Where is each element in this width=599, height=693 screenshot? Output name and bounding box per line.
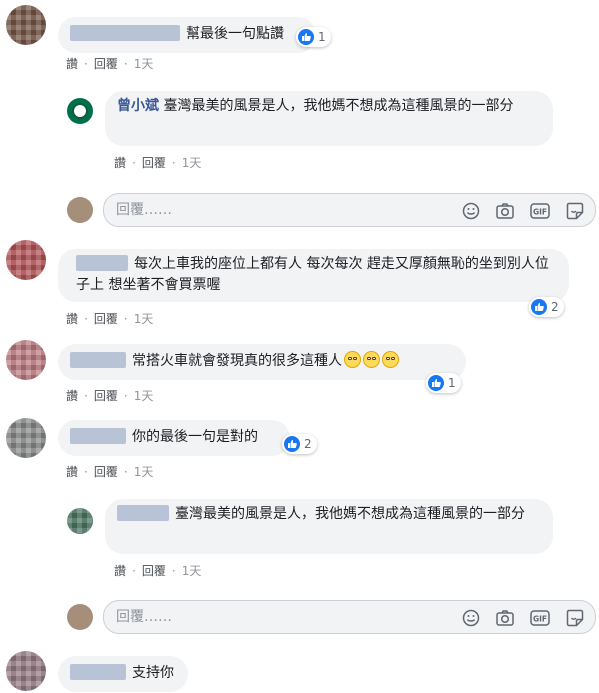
timestamp[interactable]: 1天	[134, 57, 154, 71]
avatar[interactable]	[6, 240, 46, 280]
comment-text: 臺灣最美的風景是人，我他媽不想成為這種風景的一部分	[163, 98, 514, 114]
reaction-count[interactable]: 1	[296, 27, 331, 47]
reply-link[interactable]: 回覆	[94, 57, 118, 71]
like-icon	[284, 436, 300, 452]
reply-link[interactable]: 回覆	[94, 465, 118, 479]
timestamp[interactable]: 1天	[182, 564, 202, 578]
comment-text: 常搭火車就會發現真的很多這種人	[132, 353, 342, 369]
sticker-icon[interactable]	[565, 608, 585, 628]
like-link[interactable]: 讚	[66, 312, 78, 326]
comment-actions: 讚 · 回覆 · 1天	[66, 465, 154, 479]
commenter-name-blurred[interactable]	[70, 428, 126, 444]
commenter-name-blurred[interactable]	[117, 505, 169, 521]
comment-text: 幫最後一句點讚	[186, 26, 284, 42]
commenter-name-blurred[interactable]	[70, 664, 126, 680]
like-icon	[298, 29, 314, 45]
eye-roll-emoji-icon	[363, 351, 380, 368]
reply-placeholder: 回覆……	[116, 609, 172, 625]
avatar[interactable]	[67, 508, 93, 534]
like-count: 2	[551, 300, 559, 314]
commenter-name-blurred[interactable]	[70, 352, 126, 368]
avatar[interactable]	[6, 340, 46, 380]
comment-bubble: 每次上車我的座位上都有人 每次每次 趕走又厚顏無恥的坐到別人位子上 想坐著不會買…	[58, 249, 569, 302]
reply-bubble: 曾小斌 臺灣最美的風景是人，我他媽不想成為這種風景的一部分	[105, 91, 553, 146]
like-count: 1	[318, 30, 326, 44]
comment-text: 你的最後一句是對的	[132, 429, 258, 445]
avatar[interactable]	[6, 5, 46, 45]
like-count: 1	[448, 376, 456, 390]
commenter-name-blurred[interactable]	[70, 25, 180, 41]
current-user-avatar	[67, 197, 93, 223]
svg-text:GIF: GIF	[533, 615, 547, 624]
avatar[interactable]	[67, 98, 93, 124]
emoji-icon[interactable]	[461, 201, 481, 221]
avatar[interactable]	[6, 418, 46, 458]
eye-roll-emoji-icon	[382, 351, 399, 368]
sticker-icon[interactable]	[565, 201, 585, 221]
comment-actions: 讚 · 回覆 · 1天	[114, 156, 202, 170]
camera-icon[interactable]	[495, 201, 515, 221]
like-link[interactable]: 讚	[114, 564, 126, 578]
starbucks-logo-icon	[72, 103, 88, 119]
comment-actions: 讚 · 回覆 · 1天	[66, 312, 154, 326]
reply-input[interactable]: 回覆…… GIF	[103, 600, 596, 634]
emoji-icon[interactable]	[461, 608, 481, 628]
reply-link[interactable]: 回覆	[94, 389, 118, 403]
like-link[interactable]: 讚	[66, 57, 78, 71]
comment-text: 每次上車我的座位上都有人 每次每次 趕走又厚顏無恥的坐到別人位子上 想坐著不會買…	[76, 256, 549, 293]
timestamp[interactable]: 1天	[134, 312, 154, 326]
gif-icon[interactable]: GIF	[530, 608, 550, 628]
reaction-count[interactable]: 2	[282, 434, 317, 454]
comment-text: 臺灣最美的風景是人，我他媽不想成為這種風景的一部分	[175, 506, 525, 522]
camera-icon[interactable]	[495, 608, 515, 628]
reply-link[interactable]: 回覆	[142, 564, 166, 578]
timestamp[interactable]: 1天	[182, 156, 202, 170]
comment-actions: 讚 · 回覆 · 1天	[114, 564, 202, 578]
comment-bubble: 常搭火車就會發現真的很多這種人	[58, 344, 466, 380]
reply-bubble: 臺灣最美的風景是人，我他媽不想成為這種風景的一部分	[105, 499, 553, 554]
comment-bubble: 幫最後一句點讚	[58, 17, 316, 53]
timestamp[interactable]: 1天	[134, 465, 154, 479]
comment-actions: 讚 · 回覆 · 1天	[66, 57, 154, 71]
like-link[interactable]: 讚	[114, 156, 126, 170]
reaction-count[interactable]: 1	[426, 373, 461, 393]
comment-bubble: 支持你	[58, 656, 188, 692]
reply-input[interactable]: 回覆…… GIF	[103, 193, 596, 227]
like-link[interactable]: 讚	[66, 389, 78, 403]
eye-roll-emoji-icon	[344, 351, 361, 368]
reply-placeholder: 回覆……	[116, 202, 172, 218]
like-icon	[428, 375, 444, 391]
current-user-avatar	[67, 604, 93, 630]
commenter-name[interactable]: 曾小斌	[117, 98, 159, 114]
svg-text:GIF: GIF	[533, 208, 547, 217]
reply-link[interactable]: 回覆	[142, 156, 166, 170]
comment-bubble: 你的最後一句是對的	[58, 420, 290, 456]
avatar[interactable]	[6, 651, 46, 691]
gif-icon[interactable]: GIF	[530, 201, 550, 221]
comment-actions: 讚 · 回覆 · 1天	[66, 389, 154, 403]
like-link[interactable]: 讚	[66, 465, 78, 479]
reply-link[interactable]: 回覆	[94, 312, 118, 326]
commenter-name-blurred[interactable]	[76, 255, 128, 271]
timestamp[interactable]: 1天	[134, 389, 154, 403]
comment-text: 支持你	[132, 665, 174, 681]
like-count: 2	[304, 437, 312, 451]
like-icon	[531, 299, 547, 315]
reaction-count[interactable]: 2	[529, 297, 564, 317]
